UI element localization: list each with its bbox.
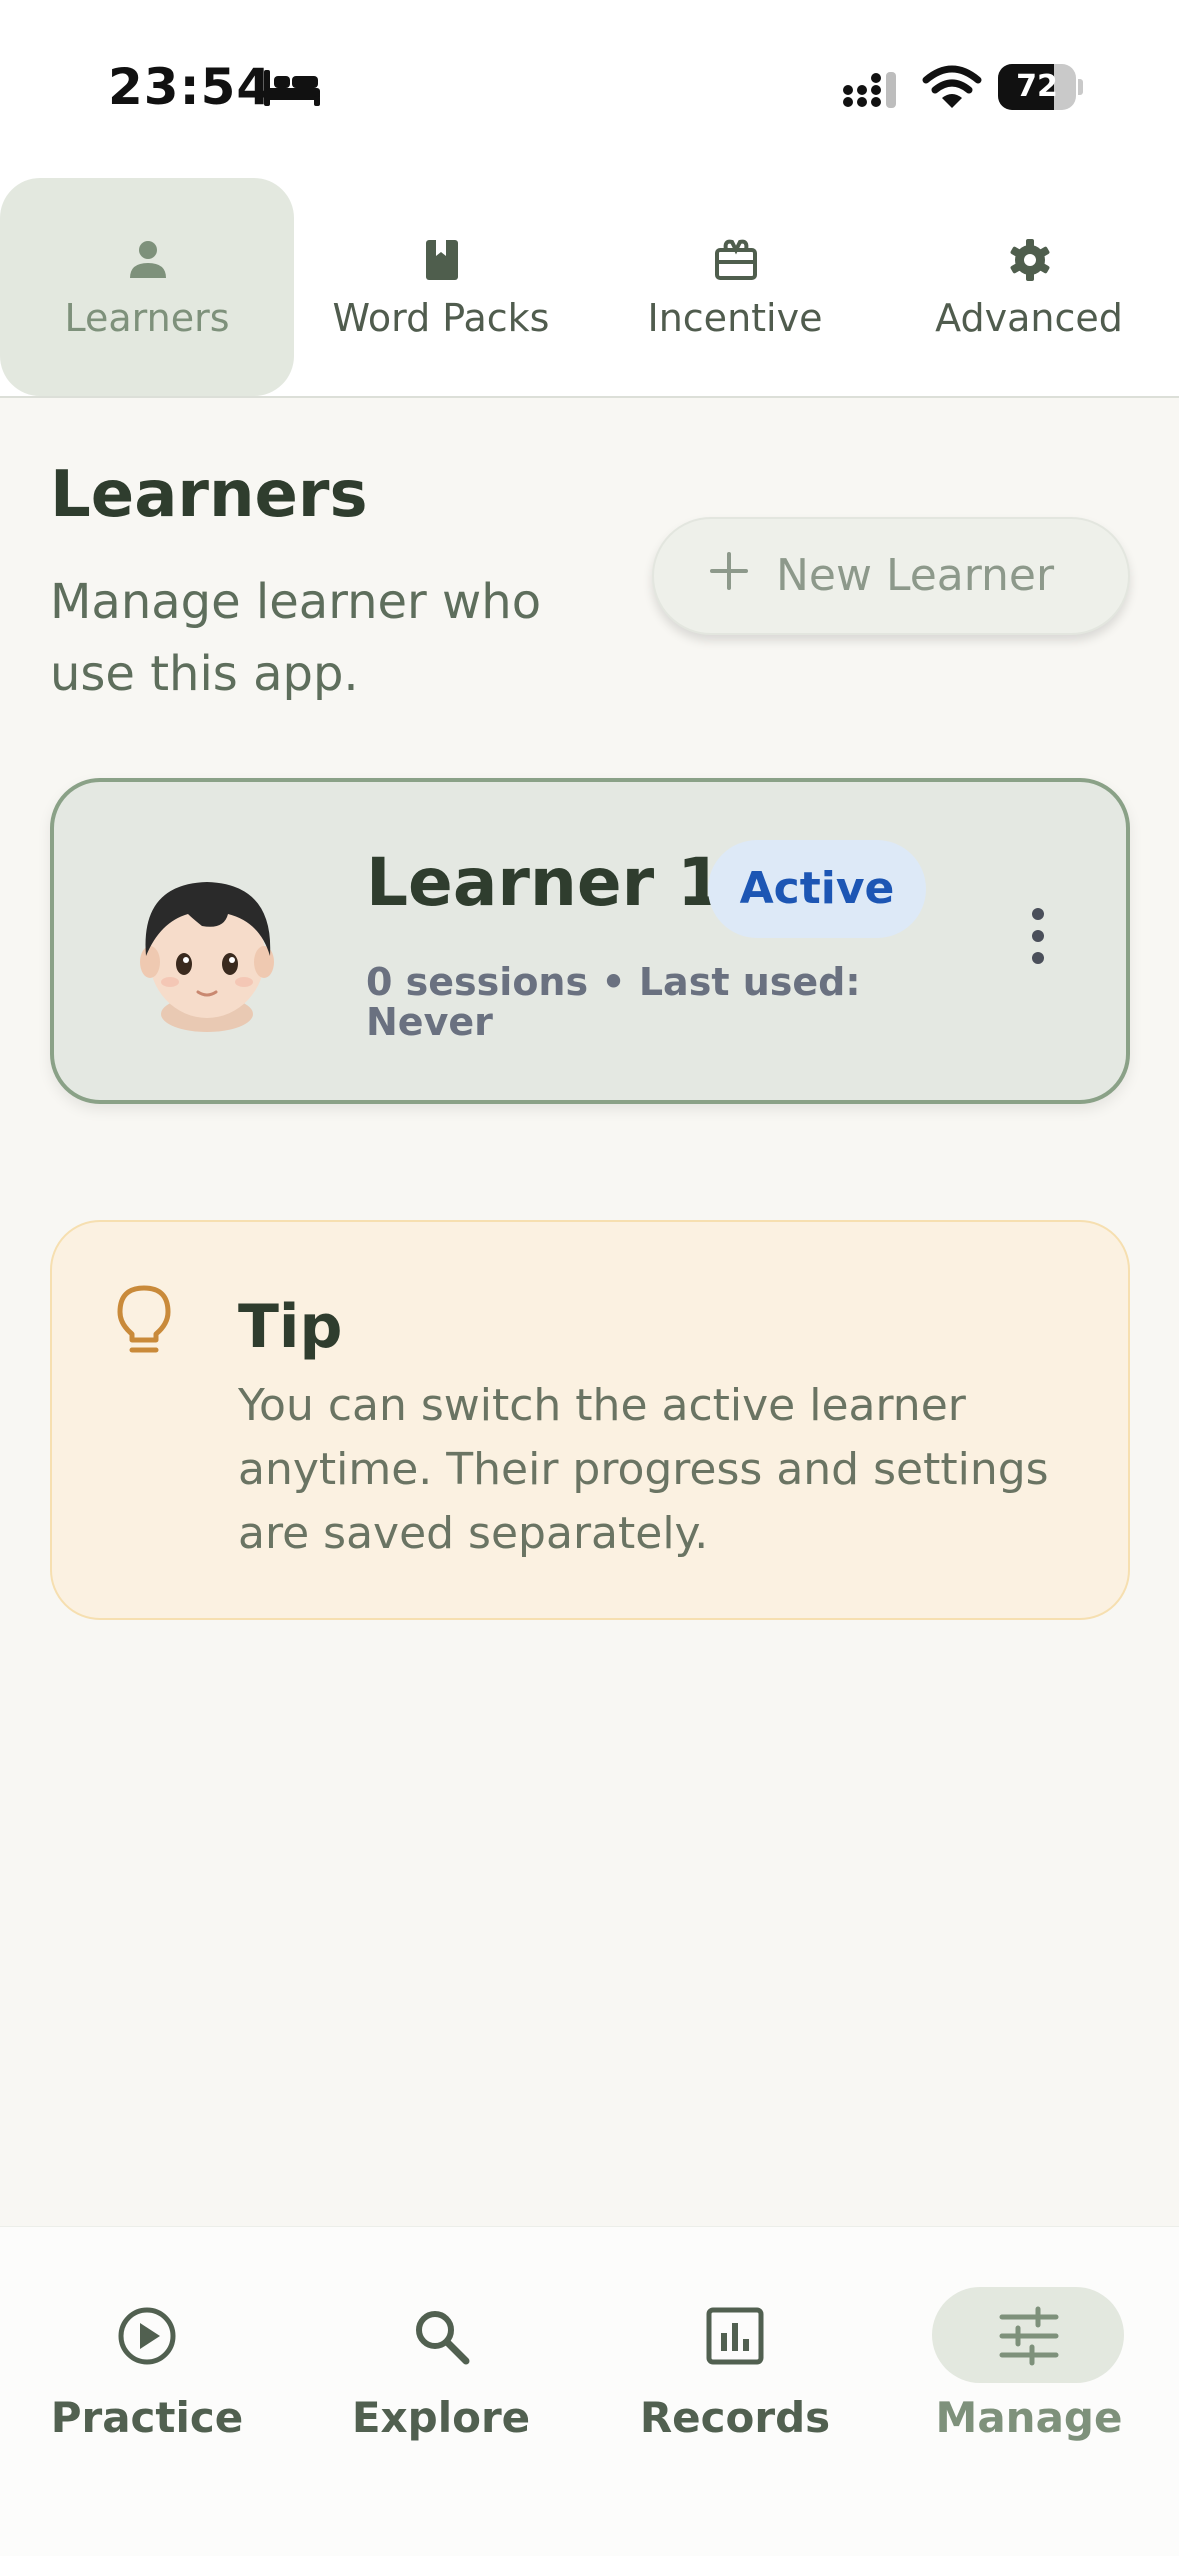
tab-label: Learners <box>64 296 230 340</box>
status-time: 23:54 <box>108 58 273 116</box>
more-vert-icon <box>1032 908 1044 964</box>
nav-manage[interactable]: Manage <box>882 2257 1176 2457</box>
tip-text: You can switch the active learner anytim… <box>238 1380 1049 1559</box>
tab-label: Advanced <box>935 296 1123 340</box>
learner-name: Learner 1 <box>366 844 724 921</box>
nav-explore[interactable]: Explore <box>294 2257 588 2457</box>
tip-title: Tip <box>238 1292 343 1362</box>
plus-icon <box>710 552 748 590</box>
tab-word-packs[interactable]: Word Packs <box>294 178 588 396</box>
page-subtitle: Manage learner who use this app. <box>50 574 542 702</box>
tab-incentive[interactable]: Incentive <box>588 178 882 396</box>
book-icon <box>426 240 458 280</box>
new-learner-button[interactable]: New Learner <box>652 517 1130 635</box>
battery-percent: 72 <box>1016 69 1058 104</box>
child-avatar-icon <box>140 882 274 1032</box>
tab-learners[interactable]: Learners <box>0 178 294 396</box>
wifi-icon <box>922 65 982 108</box>
nav-practice[interactable]: Practice <box>0 2257 294 2457</box>
nav-label: Manage <box>935 2393 1123 2442</box>
lightbulb-icon <box>117 1285 171 1353</box>
bottom-navigation: Practice Explore Records Manage <box>0 2226 1179 2556</box>
nav-label: Practice <box>50 2393 244 2442</box>
learner-card[interactable]: Learner 1 Active 0 sessions • Last used:… <box>50 778 1130 1104</box>
nav-label: Explore <box>351 2393 531 2442</box>
bed-icon <box>264 70 320 106</box>
play-circle-icon <box>118 2307 176 2365</box>
signal-icon <box>843 72 896 108</box>
nav-records[interactable]: Records <box>588 2257 882 2457</box>
bar-chart-icon <box>706 2307 764 2365</box>
tab-advanced[interactable]: Advanced <box>882 178 1176 396</box>
tip-card: Tip You can switch the active learner an… <box>50 1220 1130 1620</box>
sliders-icon <box>999 2306 1059 2366</box>
learner-meta: 0 sessions • Last used: Never <box>366 960 861 1044</box>
manage-tab-bar: Learners Word Packs Incentive Advanced <box>0 170 1179 398</box>
battery-icon: 72 <box>998 64 1083 110</box>
more-options-button[interactable] <box>994 892 1082 980</box>
person-icon <box>130 241 166 278</box>
new-learner-label: New Learner <box>776 550 1055 601</box>
tab-label: Word Packs <box>332 296 550 340</box>
search-icon <box>416 2311 470 2365</box>
gift-icon <box>715 239 757 280</box>
nav-label: Records <box>639 2393 831 2442</box>
tab-label: Incentive <box>647 296 823 340</box>
gear-icon <box>1010 239 1050 281</box>
page-title: Learners <box>50 458 368 532</box>
active-status-badge: Active <box>708 840 926 938</box>
